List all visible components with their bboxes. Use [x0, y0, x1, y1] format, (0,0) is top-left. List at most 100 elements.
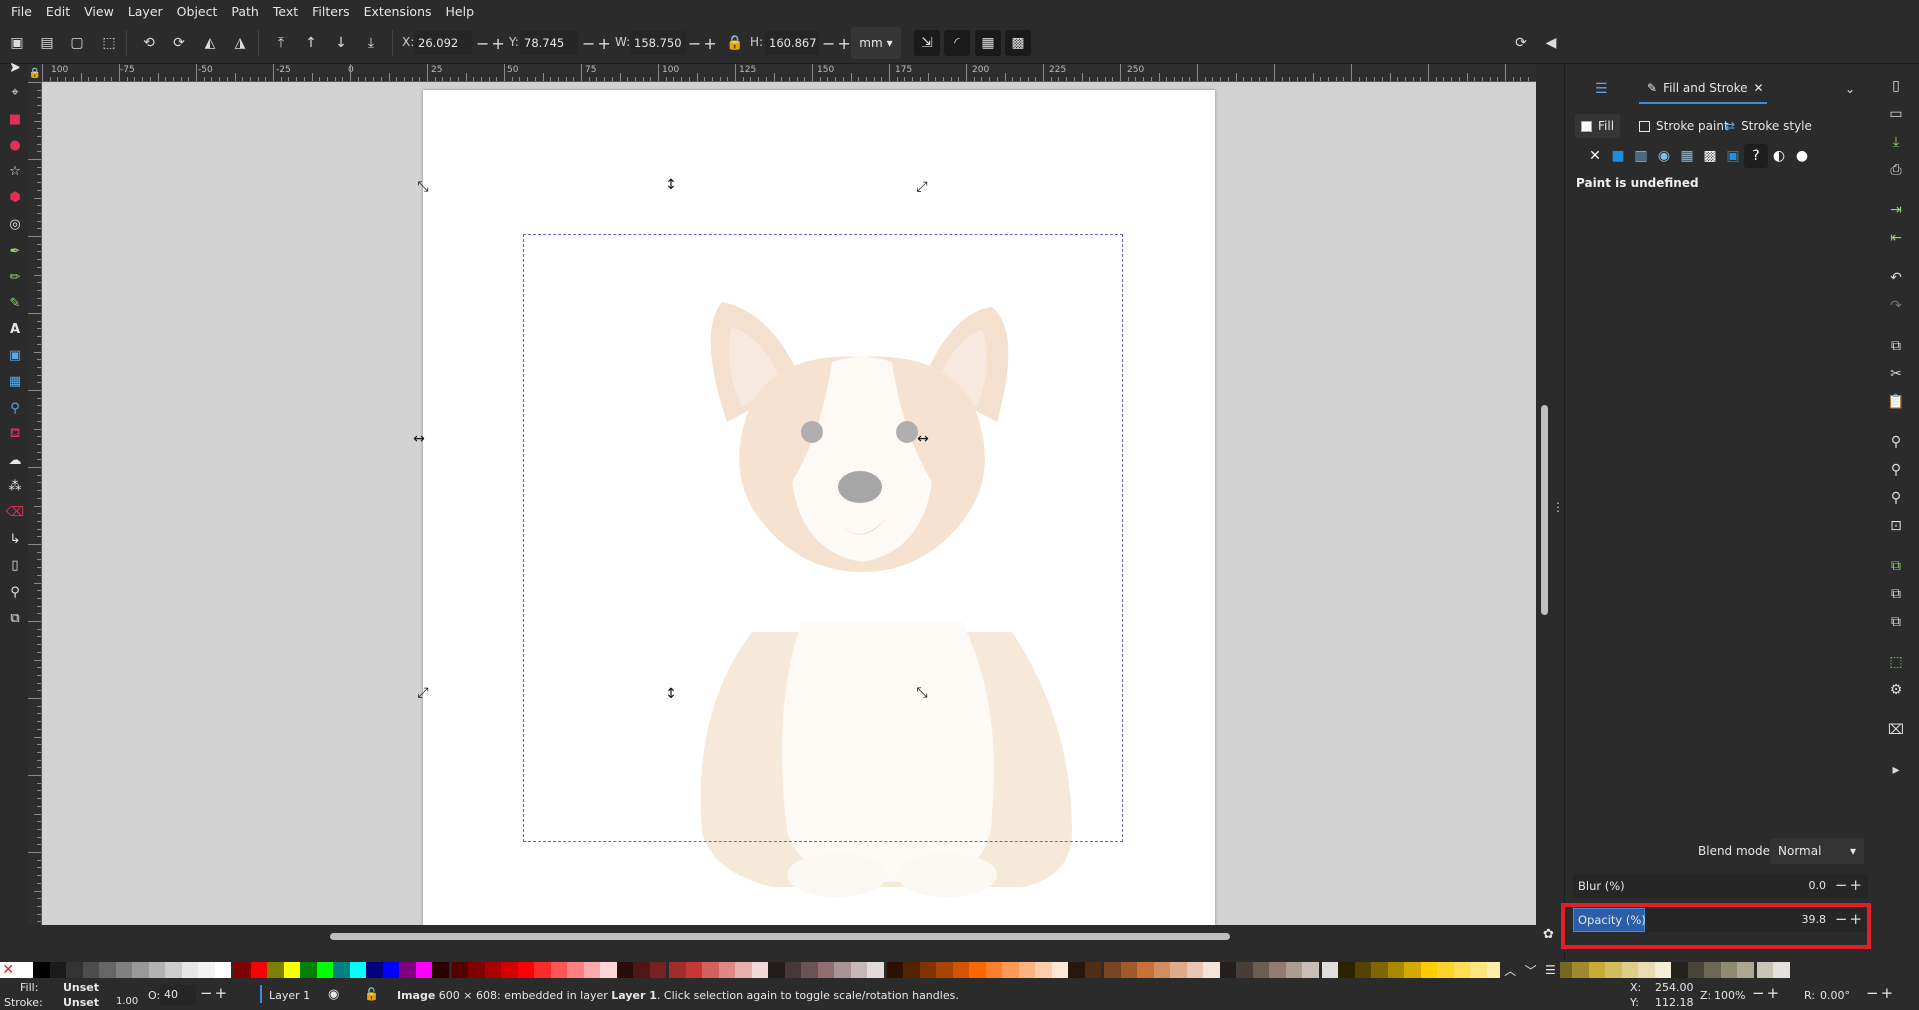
rotation-stepper[interactable]: −+ — [1866, 984, 1895, 1002]
resize-handle-ne-icon[interactable]: ⤢ — [914, 179, 930, 195]
palette-swatch[interactable] — [415, 962, 432, 978]
palette-swatch[interactable] — [399, 962, 416, 978]
palette-swatch[interactable] — [1354, 962, 1371, 978]
palette-swatch[interactable] — [16, 962, 33, 978]
mesh-tool-icon[interactable]: ▦ — [4, 370, 26, 392]
palette-swatch[interactable] — [1453, 962, 1470, 978]
palette-swatch[interactable] — [685, 962, 702, 978]
palette-swatch[interactable] — [1671, 962, 1688, 978]
deselect-icon[interactable]: ▢ — [64, 30, 90, 56]
palette-swatch[interactable] — [903, 962, 920, 978]
palette-swatch[interactable] — [1720, 962, 1737, 978]
palette-swatch[interactable] — [1773, 962, 1790, 978]
calligraphy-tool-icon[interactable]: ✎ — [4, 292, 26, 314]
menu-edit[interactable]: Edit — [39, 4, 77, 19]
pencil-tool-icon[interactable]: ✏ — [4, 266, 26, 288]
stroke-value[interactable]: Unset — [63, 996, 99, 1009]
palette-swatch[interactable] — [316, 962, 333, 978]
palette-swatch[interactable] — [1470, 962, 1487, 978]
palette-swatch[interactable] — [1269, 962, 1286, 978]
blur-slider[interactable]: Blur (%) 0.0 −+ — [1573, 874, 1868, 898]
vertical-ruler[interactable] — [28, 82, 42, 925]
close-icon[interactable]: ✕ — [1754, 81, 1764, 95]
palette-swatch[interactable] — [1170, 962, 1187, 978]
zoom-tool-icon[interactable]: ⚲ — [4, 581, 26, 603]
raise-icon[interactable]: ↑ — [298, 30, 324, 56]
stroke-width[interactable]: 1.00 — [116, 996, 138, 1007]
unit-select[interactable]: mm ▾ — [851, 27, 901, 59]
swatch-icon[interactable]: ▣ — [1721, 144, 1745, 168]
duplicate-icon[interactable]: ⧉ — [1884, 554, 1908, 578]
palette-swatch[interactable] — [1219, 962, 1236, 978]
palette-swatch[interactable] — [834, 962, 851, 978]
palette-swatch[interactable] — [784, 962, 801, 978]
fill-rule-evenodd-icon[interactable]: ◐ — [1767, 144, 1791, 168]
open-icon[interactable]: ▭ — [1884, 102, 1908, 126]
flat-color-icon[interactable]: ■ — [1606, 144, 1630, 168]
chevron-up-icon[interactable]: ︿ — [1504, 962, 1516, 979]
x-input[interactable] — [414, 31, 472, 55]
palette-swatch[interactable] — [919, 962, 936, 978]
menu-view[interactable]: View — [77, 4, 121, 19]
tab-fill-and-stroke[interactable]: ✎ Fill and Stroke ✕ — [1639, 74, 1767, 104]
palette-swatch[interactable] — [432, 962, 449, 978]
clone-icon[interactable]: ⧉ — [1884, 582, 1908, 606]
export-icon[interactable]: ⇤ — [1884, 226, 1908, 250]
palette-swatch[interactable] — [1588, 962, 1605, 978]
ungroup-icon[interactable]: ⚙ — [1884, 678, 1908, 702]
palette-swatch[interactable] — [1236, 962, 1253, 978]
undo-icon[interactable]: ↶ — [1884, 266, 1908, 290]
palette-swatch[interactable] — [132, 962, 149, 978]
palette-swatch[interactable] — [850, 962, 867, 978]
transform-patterns-icon[interactable]: ▩ — [1005, 30, 1031, 56]
blur-stepper[interactable]: −+ — [1835, 876, 1864, 894]
palette-swatch[interactable] — [985, 962, 1002, 978]
collapse-icon[interactable]: ◀ — [1538, 30, 1564, 56]
palette-swatch[interactable] — [517, 962, 534, 978]
radial-gradient-icon[interactable]: ◉ — [1652, 144, 1676, 168]
palette-swatch[interactable] — [718, 962, 735, 978]
zoom-value[interactable]: 100% — [1714, 989, 1745, 1002]
palette-swatch[interactable] — [1654, 962, 1671, 978]
palette-swatch[interactable] — [267, 962, 284, 978]
palette-swatch[interactable] — [1420, 962, 1437, 978]
lock-layer-icon[interactable]: 🔓 — [364, 987, 379, 1001]
rotate-cw-icon[interactable]: ⟳ — [166, 30, 192, 56]
connector-tool-icon[interactable]: ↳ — [4, 528, 26, 550]
palette-swatch[interactable] — [66, 962, 83, 978]
resize-handle-se-icon[interactable]: ⤡ — [914, 685, 930, 701]
current-layer[interactable]: Layer 1 — [269, 989, 310, 1002]
y-input[interactable] — [520, 31, 578, 55]
star-tool-icon[interactable]: ☆ — [4, 160, 26, 182]
rectangle-tool-icon[interactable]: ■ — [4, 108, 26, 130]
palette-swatch[interactable] — [1302, 962, 1319, 978]
dock-resize-handle-icon[interactable]: ⋮ — [1552, 500, 1564, 520]
no-paint-icon[interactable]: ✕ — [1583, 144, 1607, 168]
palette-swatch[interactable] — [33, 962, 50, 978]
tab-fill[interactable]: Fill — [1575, 114, 1621, 138]
flip-horizontal-icon[interactable]: ◭ — [197, 30, 223, 56]
menu-path[interactable]: Path — [224, 4, 265, 19]
palette-swatch[interactable] — [1137, 962, 1154, 978]
chevron-down-icon[interactable]: ﹀ — [1525, 962, 1537, 979]
palette-swatch[interactable] — [501, 962, 518, 978]
expand-icon[interactable]: ▸ — [1884, 758, 1908, 782]
opacity-short-stepper[interactable]: −+ — [200, 984, 229, 1002]
palette-swatch[interactable] — [366, 962, 383, 978]
select-all-layers-icon[interactable]: ▤ — [34, 30, 60, 56]
palette-swatch[interactable] — [1638, 962, 1655, 978]
palette-swatch[interactable] — [214, 962, 231, 978]
menu-extensions[interactable]: Extensions — [357, 4, 439, 19]
objects-tab-icon[interactable]: ☰ — [1595, 74, 1608, 104]
3d-box-tool-icon[interactable]: ⬢ — [4, 186, 26, 208]
raise-to-top-icon[interactable]: ⤒ — [268, 30, 294, 56]
menu-object[interactable]: Object — [170, 4, 225, 19]
opacity-short-input[interactable]: 40 — [160, 985, 196, 1005]
palette-swatch[interactable] — [633, 962, 650, 978]
canvas[interactable]: ⤡ ↕ ⤢ ↔ ↔ ⤢ ↕ ⤡ — [42, 82, 1536, 925]
resize-handle-w-icon[interactable]: ↔ — [411, 431, 427, 447]
rotate-ccw-icon[interactable]: ⟲ — [136, 30, 162, 56]
palette-swatch[interactable] — [1153, 962, 1170, 978]
pattern-icon[interactable]: ▩ — [1698, 144, 1722, 168]
palette-swatch[interactable] — [867, 962, 884, 978]
